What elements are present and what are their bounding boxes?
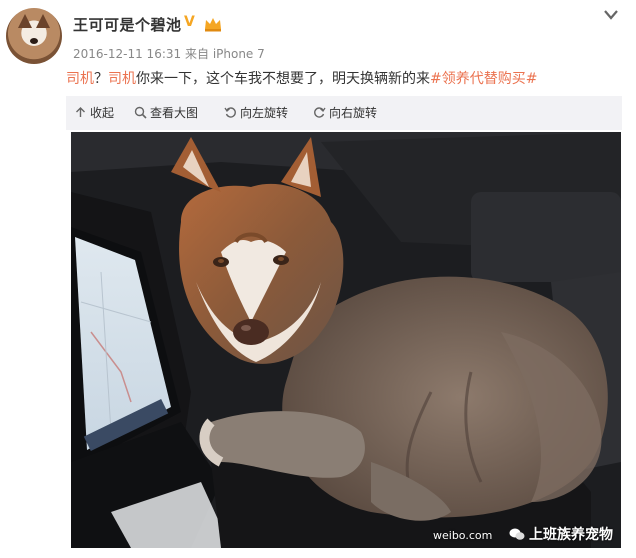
collapse-label: 收起	[90, 106, 115, 120]
chevron-down-icon[interactable]	[603, 9, 619, 21]
rotate-left-label: 向左旋转	[240, 106, 289, 120]
mention-link-1[interactable]: 司机	[66, 71, 94, 87]
view-large-label: 查看大图	[150, 106, 199, 120]
rotate-left-icon	[224, 107, 236, 118]
post-body: 你来一下，这个车我不想要了，明天换辆新的来	[136, 71, 430, 87]
rotate-right-label: 向右旋转	[329, 106, 378, 120]
post-date[interactable]: 2016-12-11 16:31	[73, 47, 181, 61]
mention-link-2[interactable]: 司机	[108, 71, 136, 87]
verified-badge: V	[184, 14, 195, 30]
hashtag-link[interactable]: #领养代替购买#	[430, 71, 537, 87]
view-large-button[interactable]: 查看大图	[134, 104, 198, 121]
image-toolbar: 收起 查看大图 向左旋转 向右旋转	[66, 96, 622, 130]
source-prefix: 来自	[184, 47, 209, 61]
rotate-right-button[interactable]: 向右旋转	[313, 104, 377, 121]
post-photo[interactable]: weibo.com 上班族养宠物	[71, 132, 621, 548]
collapse-icon	[76, 107, 85, 117]
weibo-watermark: weibo.com	[433, 529, 493, 542]
collapse-button[interactable]: 收起	[74, 104, 114, 121]
username[interactable]: 王可可是个碧池	[73, 14, 182, 35]
post-meta: 2016-12-11 16:31 来自 iPhone 7	[73, 45, 265, 62]
dog-in-car-illustration	[71, 132, 621, 548]
avatar-ear-left	[18, 14, 32, 28]
crown-icon	[205, 18, 221, 32]
search-icon	[134, 106, 147, 119]
wechat-icon	[509, 528, 525, 540]
post-separator: ？	[94, 71, 108, 87]
avatar[interactable]	[6, 8, 62, 64]
avatar-nose	[30, 38, 38, 44]
avatar-ear-right	[36, 14, 50, 28]
rotate-right-icon	[314, 107, 326, 118]
rotate-left-button[interactable]: 向左旋转	[224, 104, 288, 121]
source-device[interactable]: iPhone 7	[213, 47, 265, 61]
account-watermark: 上班族养宠物	[509, 524, 613, 544]
post-text: 司机？司机你来一下，这个车我不想要了，明天换辆新的来#领养代替购买#	[66, 68, 537, 88]
watermark-label: 上班族养宠物	[529, 527, 613, 543]
